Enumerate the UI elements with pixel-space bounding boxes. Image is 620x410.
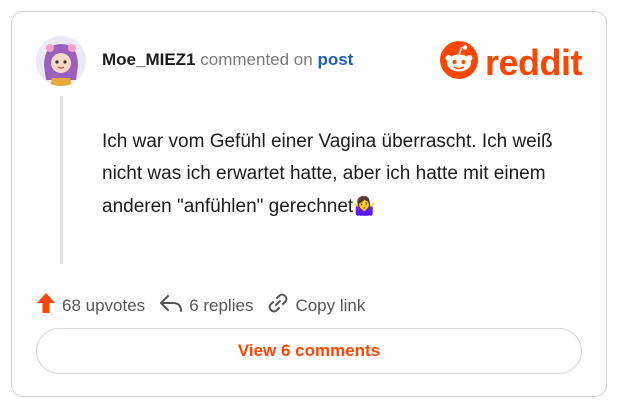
comment-text: Ich war vom Gefühl einer Vagina überrasc… (102, 131, 553, 217)
comment-body: Ich war vom Gefühl einer Vagina überrasc… (102, 126, 572, 223)
reddit-wordmark: reddit (484, 41, 583, 83)
username[interactable]: Moe_MIEZ1 (102, 50, 196, 69)
copy-link-label: Copy link (295, 295, 366, 315)
view-comments-button[interactable]: View 6 comments (36, 328, 582, 374)
comment-header: Moe_MIEZ1 commented on post (102, 50, 353, 70)
reddit-logo: reddit (439, 40, 583, 85)
link-icon (267, 292, 289, 319)
replies-button[interactable]: 6 replies (159, 293, 253, 318)
avatar[interactable] (36, 36, 86, 86)
upvote-button[interactable]: 68 upvotes (36, 292, 145, 319)
thread-line (60, 96, 63, 264)
comment-actions: 68 upvotes 6 replies Copy link (36, 292, 379, 319)
shrug-emoji: 🤷‍♀️ (353, 196, 376, 216)
replies-count: 6 replies (189, 295, 254, 315)
reply-icon (159, 293, 183, 318)
upvote-arrow-icon (36, 292, 56, 319)
commented-on-text: commented on (200, 50, 313, 69)
copy-link-button[interactable]: Copy link (267, 292, 365, 319)
comment-card: Moe_MIEZ1 commented on post reddit Ich w… (11, 11, 607, 397)
reddit-logo-icon (439, 40, 479, 85)
post-link[interactable]: post (317, 50, 353, 69)
upvote-count: 68 upvotes (62, 295, 146, 315)
